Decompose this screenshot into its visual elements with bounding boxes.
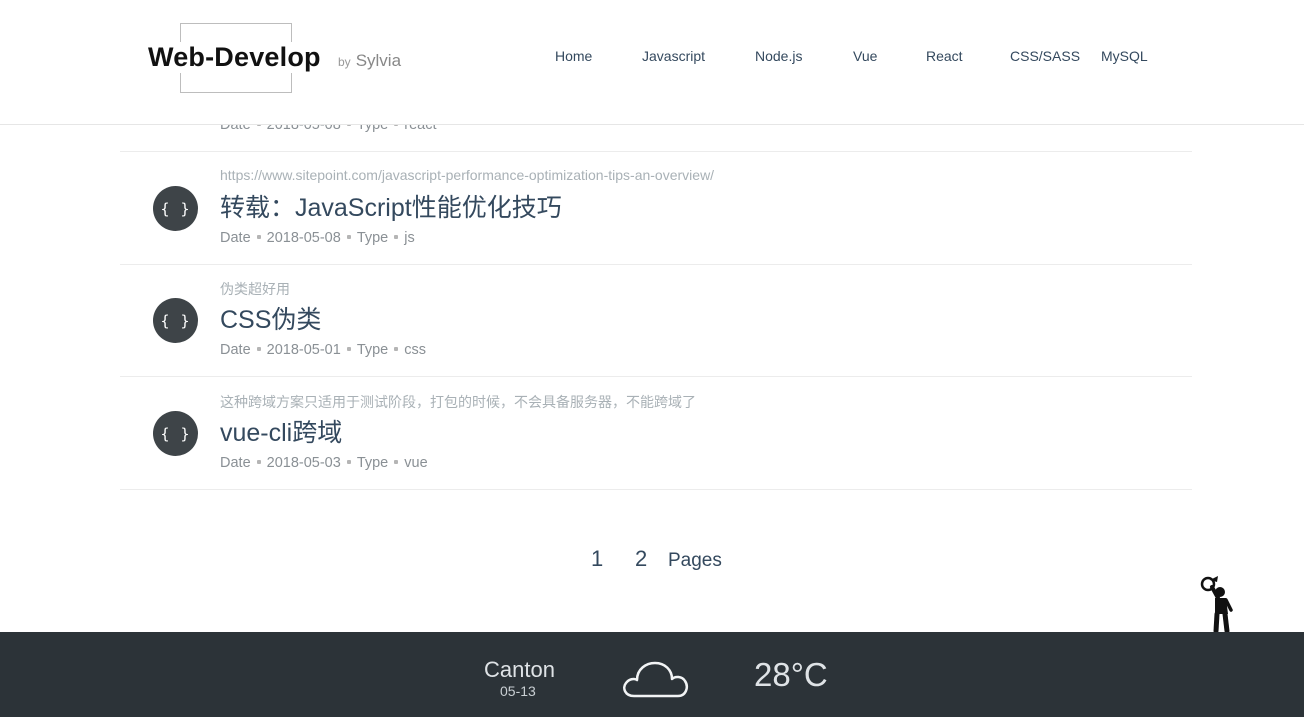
weather-footer: Canton 05-13 28°C <box>0 632 1304 717</box>
article-item: { } 这种跨域方案只适用于测试阶段，打包的时候，不会具备服务器，不能跨域了 v… <box>120 377 1192 490</box>
nav-item-javascript[interactable]: Javascript <box>642 48 705 64</box>
date-label: Date <box>220 342 251 358</box>
date-label: Date <box>220 230 251 246</box>
logo-author: Sylvia <box>355 51 402 70</box>
nav-item-mysql[interactable]: MySQL <box>1101 48 1148 64</box>
article-title[interactable]: 转载：JavaScript性能优化技巧 <box>220 188 562 224</box>
separator-dot <box>346 460 351 465</box>
nav-item-home[interactable]: Home <box>555 48 592 64</box>
separator-dot <box>346 235 351 240</box>
separator-dot <box>256 347 261 352</box>
weather-date: 05-13 <box>500 683 536 699</box>
nav-item-react[interactable]: React <box>926 48 963 64</box>
separator-dot <box>346 347 351 352</box>
article-date: 2018-05-01 <box>266 342 341 358</box>
cloud-icon <box>620 650 692 702</box>
article-meta: Date 2018-05-03 Type vue <box>220 455 428 471</box>
logo-byline: by Sylvia <box>338 51 401 71</box>
code-braces-icon: { } <box>153 298 198 343</box>
pagination: 1 2 Pages <box>0 546 1304 576</box>
article-title[interactable]: vue-cli跨域 <box>220 413 342 449</box>
weather-temperature: 28°C <box>754 656 828 693</box>
article-summary: 这种跨域方案只适用于测试阶段，打包的时候，不会具备服务器，不能跨域了 <box>220 394 696 410</box>
separator-dot <box>394 347 399 352</box>
separator-dot <box>256 235 261 240</box>
article-item: { } 伪类超好用 CSS伪类 Date 2018-05-01 Type css <box>120 264 1192 377</box>
article-meta: Date 2018-05-01 Type css <box>220 342 426 358</box>
back-to-top-icon[interactable] <box>1198 574 1240 634</box>
article-type[interactable]: js <box>404 230 414 246</box>
article-type[interactable]: css <box>404 342 426 358</box>
article-summary: 伪类超好用 <box>220 281 290 297</box>
type-label: Type <box>356 230 389 246</box>
code-braces-icon: { } <box>153 411 198 456</box>
article-summary: https://www.sitepoint.com/javascript-per… <box>220 167 715 183</box>
site-header: Web-Develop by Sylvia Home Javascript Nod… <box>0 0 1304 125</box>
nav-item-vue[interactable]: Vue <box>853 48 877 64</box>
article-meta: Date 2018-05-08 Type js <box>220 230 415 246</box>
nav-item-css-sass[interactable]: CSS/SASS <box>1010 48 1080 64</box>
type-label: Type <box>356 455 389 471</box>
logo-by: by <box>338 55 351 69</box>
article-date: 2018-05-08 <box>266 230 341 246</box>
weather-city: Canton <box>484 657 555 682</box>
type-label: Type <box>356 342 389 358</box>
date-label: Date <box>220 455 251 471</box>
page-link-2[interactable]: 2 <box>635 546 647 572</box>
article-item: { } https://www.sitepoint.com/javascript… <box>120 152 1192 265</box>
pages-label: Pages <box>668 550 722 571</box>
separator-dot <box>394 235 399 240</box>
article-type[interactable]: vue <box>404 455 427 471</box>
separator-dot <box>394 460 399 465</box>
nav-item-nodejs[interactable]: Node.js <box>755 48 802 64</box>
article-date: 2018-05-03 <box>266 455 341 471</box>
page-link-1[interactable]: 1 <box>591 546 603 572</box>
article-title[interactable]: CSS伪类 <box>220 300 321 336</box>
separator-dot <box>256 460 261 465</box>
logo-title[interactable]: Web-Develop <box>147 42 322 73</box>
code-braces-icon: { } <box>153 186 198 231</box>
